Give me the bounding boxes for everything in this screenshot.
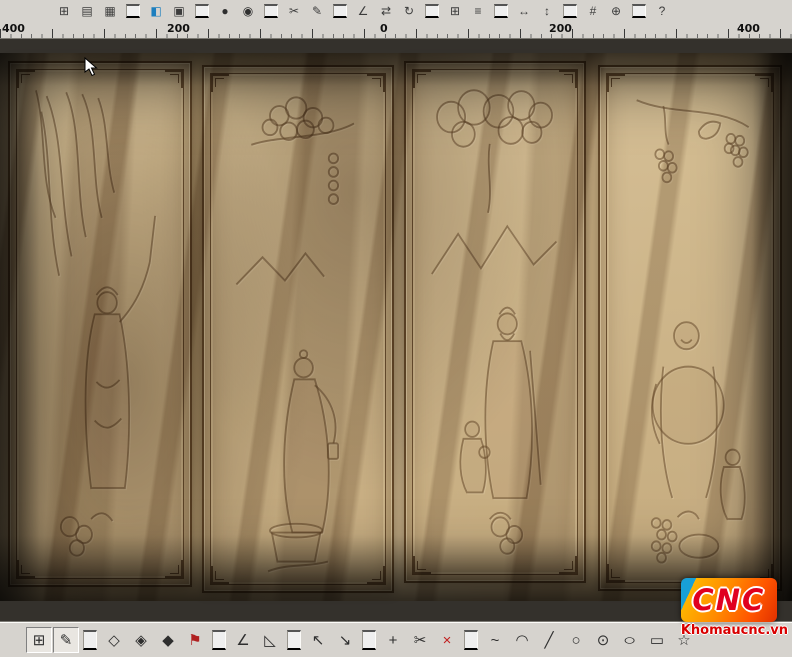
- toolbar-separator: [632, 4, 646, 18]
- insert-node-icon[interactable]: +: [380, 627, 406, 653]
- cnc-logo-text: CNC: [692, 583, 766, 617]
- pick-arrow-icon[interactable]: ↖: [305, 627, 331, 653]
- ruler-label: 400: [737, 22, 760, 35]
- toolbar-separator: [195, 4, 209, 18]
- slope-tool-icon[interactable]: ∠: [230, 627, 256, 653]
- align-icon[interactable]: ≡: [468, 2, 488, 20]
- arc-tool-icon[interactable]: ◠: [509, 627, 535, 653]
- toolbar-separator: [264, 4, 278, 18]
- rectangle-tool-icon[interactable]: ▭: [644, 627, 670, 653]
- delete-node-icon[interactable]: ×: [434, 627, 460, 653]
- dimension-vertical-icon[interactable]: ↕: [537, 2, 557, 20]
- array-copy-icon[interactable]: ⊞: [445, 2, 465, 20]
- panel-4-carving: [636, 99, 750, 564]
- render-target-icon[interactable]: ◉: [238, 2, 258, 20]
- dimension-horizontal-icon[interactable]: ↔: [514, 2, 534, 20]
- vertex-tool-icon[interactable]: ◇: [101, 627, 127, 653]
- carved-panel-3[interactable]: [404, 61, 586, 583]
- toolbar-separator: [563, 4, 577, 18]
- flag-marker-icon[interactable]: ⚑: [182, 627, 208, 653]
- toolbar-separator: [494, 4, 508, 18]
- toolbar-separator: [212, 630, 226, 650]
- toolbar-separator: [425, 4, 439, 18]
- carved-panel-1[interactable]: [8, 61, 192, 587]
- view-sheet-icon[interactable]: ▤: [77, 2, 97, 20]
- ruler-label: 0: [380, 22, 388, 35]
- toolbar-separator: [83, 630, 97, 650]
- top-toolbar: ⊞ ▤ ▦ ◧ ▣ ● ◉ ✂ ✎ ∠ ⇄ ↻ ⊞ ≡ ↔ ↕ # ⊕?: [0, 0, 792, 23]
- ellipse-tool-icon[interactable]: ○: [617, 627, 643, 653]
- watermark-site-text: Khomaucnc.vn: [680, 623, 788, 638]
- wood-artwork: [0, 53, 792, 601]
- watermark: CNC Khomaucnc.vn: [680, 578, 788, 638]
- mirror-icon[interactable]: ⇄: [376, 2, 396, 20]
- carved-panel-4[interactable]: [598, 65, 782, 591]
- save-icon[interactable]: ▦: [100, 2, 120, 20]
- panel-3-carving: [431, 89, 558, 555]
- help-icon[interactable]: ?: [652, 2, 672, 20]
- ramp-tool-icon[interactable]: ◺: [257, 627, 283, 653]
- pick-node-arrow-icon[interactable]: ↘: [332, 627, 358, 653]
- line-tool-icon[interactable]: ╱: [536, 627, 562, 653]
- cut-curve-icon[interactable]: ✂: [407, 627, 433, 653]
- center-circle-tool-icon[interactable]: ⊙: [590, 627, 616, 653]
- ruler-label: 400: [2, 22, 25, 35]
- toolbar-separator: [464, 630, 478, 650]
- panel-1-carving: [35, 90, 156, 557]
- circle-tool-icon[interactable]: ○: [563, 627, 589, 653]
- cnc-logo: CNC: [680, 578, 777, 622]
- horizontal-ruler[interactable]: 400 200 0 200 400: [0, 22, 792, 39]
- toolbar-separator: [333, 4, 347, 18]
- ruler-label: 200: [167, 22, 190, 35]
- merge-icon[interactable]: ⊕: [606, 2, 626, 20]
- vertex-corner-icon[interactable]: ◆: [155, 627, 181, 653]
- ruler-label: 200: [549, 22, 572, 35]
- node-edit-pen-icon[interactable]: ✎: [53, 627, 79, 653]
- bottom-toolbar: ⊞ ✎ ◇ ◈ ◆ ⚑ ∠ ◺ ↖ ↘ + ✂ × ~ ◠ ╱ ○ ⊙ ○ ▭ ☆: [0, 622, 792, 657]
- carved-panel-2[interactable]: [202, 65, 394, 593]
- page-setup-icon[interactable]: ▣: [169, 2, 189, 20]
- node-grid-icon[interactable]: #: [583, 2, 603, 20]
- color-palette-icon[interactable]: ◧: [146, 2, 166, 20]
- smooth-curve-icon[interactable]: ~: [482, 627, 508, 653]
- select-mode-icon[interactable]: ⊞: [26, 627, 52, 653]
- panel-2-carving: [235, 96, 355, 573]
- design-canvas[interactable]: [0, 39, 792, 623]
- toolbar-separator: [287, 630, 301, 650]
- app-window: { "app": { "toolbar_bg": "#d6d3ce", "can…: [0, 0, 792, 657]
- toolbar-separator: [362, 630, 376, 650]
- sphere-view-icon[interactable]: ●: [215, 2, 235, 20]
- draw-pen-icon[interactable]: ✎: [307, 2, 327, 20]
- vertex-smooth-icon[interactable]: ◈: [128, 627, 154, 653]
- rotate-icon[interactable]: ↻: [399, 2, 419, 20]
- cut-icon[interactable]: ✂: [284, 2, 304, 20]
- toolbar-separator: [126, 4, 140, 18]
- measure-angle-icon[interactable]: ∠: [353, 2, 373, 20]
- view-grid-icon[interactable]: ⊞: [54, 2, 74, 20]
